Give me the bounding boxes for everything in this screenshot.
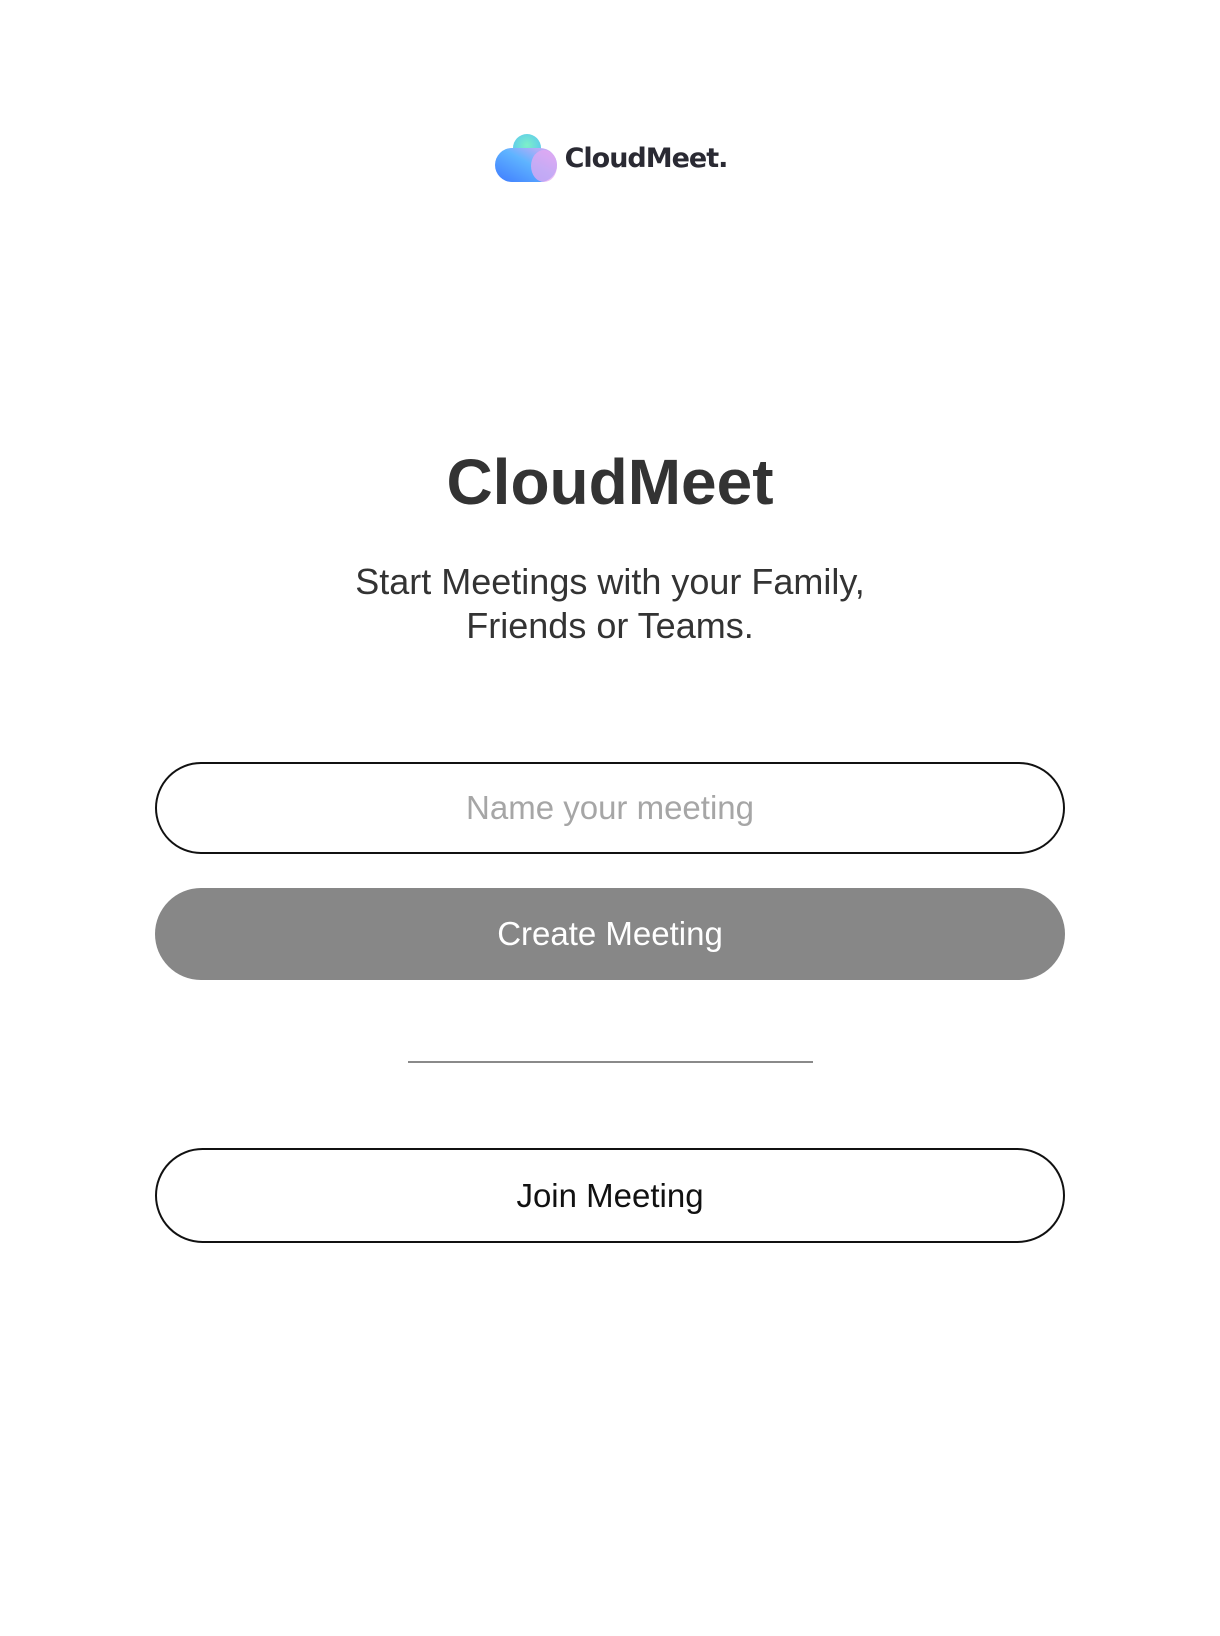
subtitle-line-2: Friends or Teams. [466, 605, 754, 646]
logo: CloudMeet. [0, 132, 1220, 184]
create-meeting-button[interactable]: Create Meeting [155, 888, 1065, 980]
cloud-icon [494, 134, 557, 182]
logo-wordmark: CloudMeet. [564, 142, 729, 174]
logo-group: CloudMeet. [493, 132, 728, 184]
divider [408, 1061, 813, 1063]
meeting-name-input[interactable] [155, 762, 1065, 854]
subtitle-line-1: Start Meetings with your Family, [355, 561, 865, 602]
join-meeting-button[interactable]: Join Meeting [155, 1148, 1065, 1243]
page-subtitle: Start Meetings with your Family, Friends… [0, 560, 1220, 648]
page-title: CloudMeet [446, 446, 774, 518]
